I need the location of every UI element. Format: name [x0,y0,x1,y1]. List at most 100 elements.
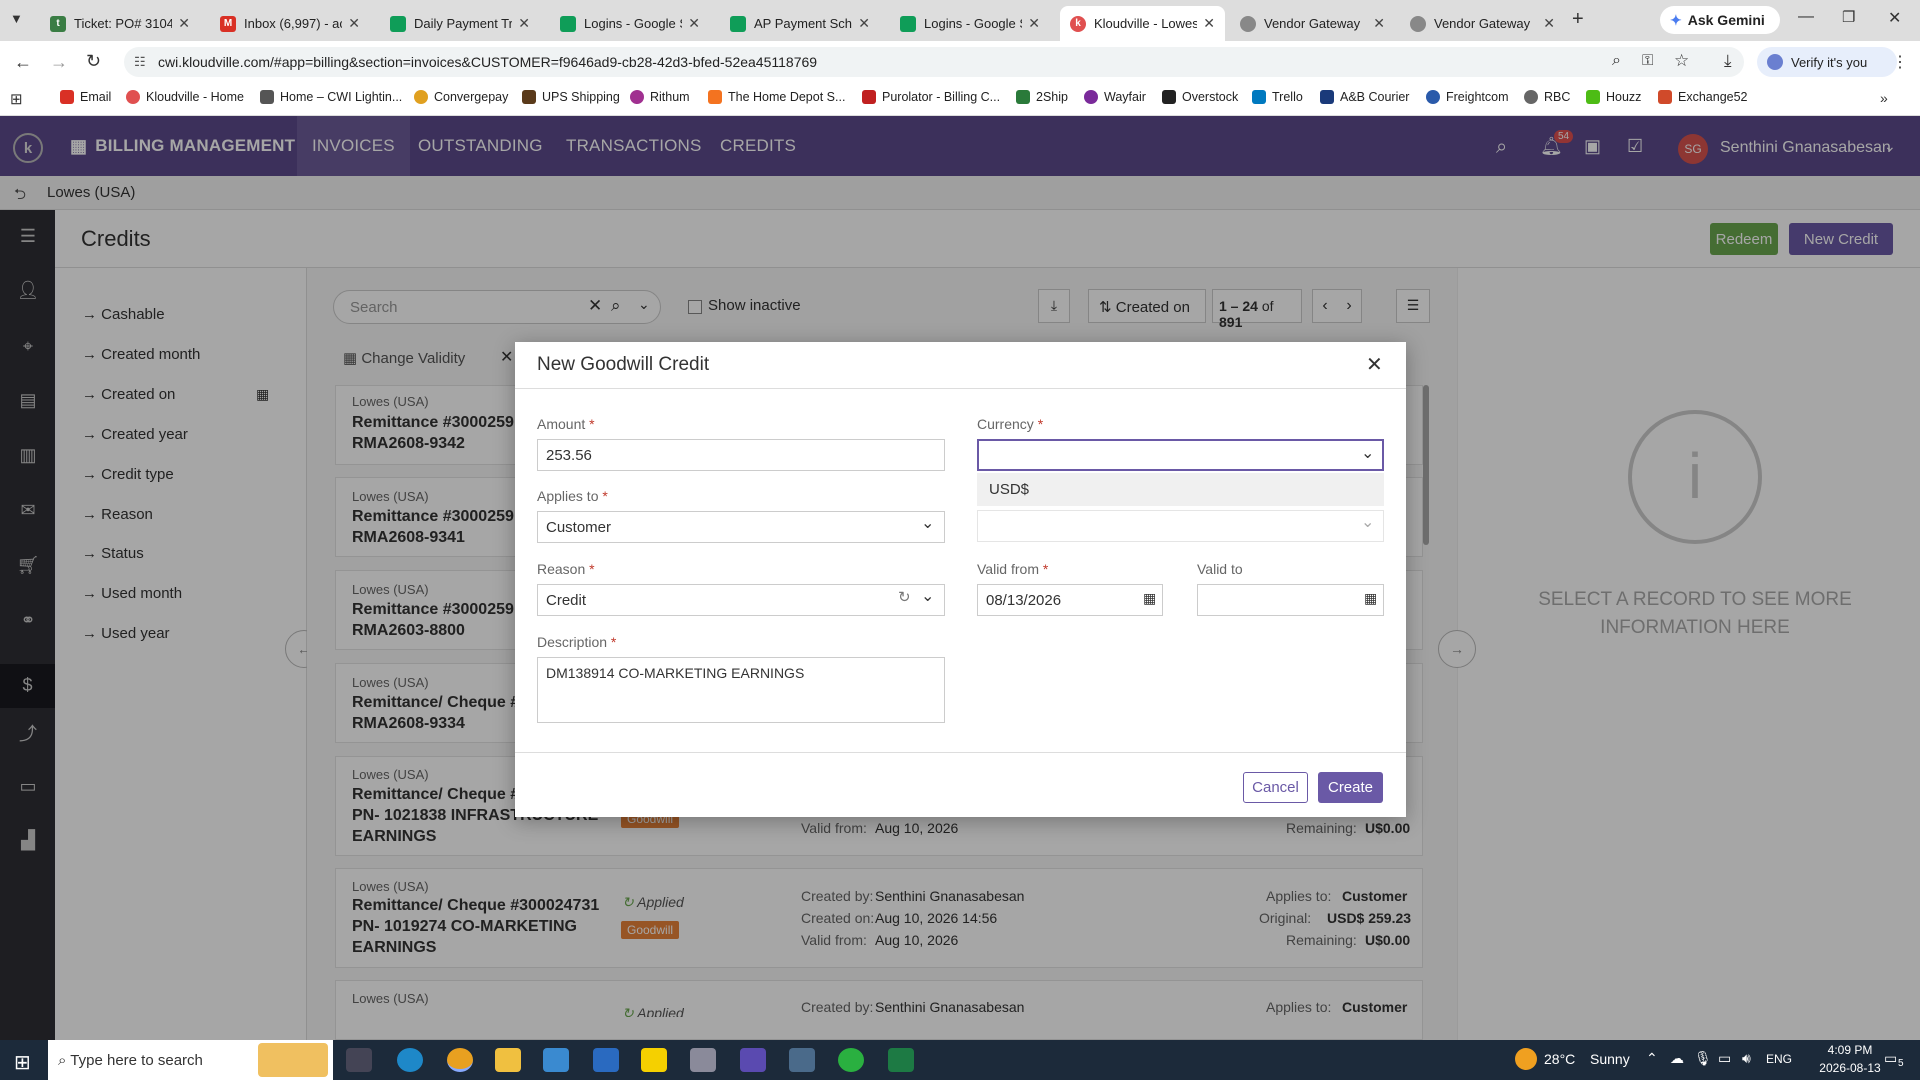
tab-search-icon[interactable]: ▼ [10,11,30,31]
weather-text[interactable]: Sunny [1590,1051,1630,1067]
teams-icon[interactable] [740,1048,766,1072]
browser-tab[interactable]: M Inbox (6,997) - ac ✕ [210,6,370,41]
close-icon[interactable]: ✕ [518,15,530,32]
exchange-icon [1658,90,1672,104]
bookmark-item[interactable]: Rithum [630,90,690,104]
valid-to-field[interactable] [1197,584,1384,616]
volume-icon[interactable]: 🔊︎ [1742,1050,1751,1067]
close-icon[interactable]: ✕ [1028,15,1040,32]
apps-icon[interactable]: ⊞ [10,90,23,108]
bookmark-item[interactable]: Exchange52 [1658,90,1748,104]
bookmark-star-icon[interactable]: ☆ [1674,51,1689,71]
sticky-notes-icon[interactable] [641,1048,667,1072]
notification-center-icon[interactable]: ▭ [1884,1050,1897,1067]
currency-option-usd[interactable]: USD$ [977,473,1384,506]
close-icon[interactable]: ✕ [1203,15,1215,32]
close-icon[interactable]: ✕ [858,15,870,32]
calendar-icon[interactable]: ▦ [1143,590,1156,607]
app-icon[interactable] [690,1048,716,1072]
clock-time[interactable]: 4:09 PM [1818,1043,1882,1057]
amount-label: Amount * [537,416,595,432]
secondary-select[interactable] [977,510,1384,542]
excel-icon[interactable] [888,1048,914,1072]
bookmark-item[interactable]: Purolator - Billing C... [862,90,1000,104]
bookmark-item[interactable]: A&B Courier [1320,90,1409,104]
windows-start-icon[interactable]: ⊞ [14,1050,31,1075]
back-icon[interactable]: ← [14,52,32,73]
bookmark-item[interactable]: Trello [1252,90,1303,104]
clock-date[interactable]: 2026-08-13 [1812,1061,1888,1075]
browser-tab-active[interactable]: k Kloudville - Lowes ✕ [1060,6,1225,41]
chevron-down-icon[interactable]: ⌄ [921,513,934,533]
language[interactable]: ENG [1766,1052,1792,1066]
chrome-icon[interactable] [447,1048,473,1072]
bookmark-item[interactable]: Email [60,90,111,104]
ask-gemini-button[interactable]: ✦ Ask Gemini [1660,6,1780,34]
bookmark-item[interactable]: Convergepay [414,90,508,104]
minimize-icon[interactable]: — [1798,8,1814,26]
bookmark-item[interactable]: Houzz [1586,90,1641,104]
store-icon[interactable] [543,1048,569,1072]
bookmark-item[interactable]: Overstock [1162,90,1238,104]
currency-select[interactable] [977,439,1384,471]
window-close-icon[interactable]: ✕ [1888,8,1901,28]
reason-select[interactable]: Credit [537,584,945,616]
close-icon[interactable]: ✕ [178,15,190,32]
valid-from-field[interactable]: 08/13/2026 [977,584,1163,616]
calendar-icon[interactable]: ▦ [1364,590,1377,607]
bookmark-item[interactable]: Freightcom [1426,90,1509,104]
browser-tab[interactable]: t Ticket: PO# 31046 ✕ [40,6,200,41]
browser-tab[interactable]: Vendor Gateway ✕ [1230,6,1395,41]
applies-to-select[interactable]: Customer [537,511,945,543]
close-icon[interactable]: ✕ [688,15,700,32]
chevron-down-icon[interactable]: ⌄ [921,586,934,606]
dialog-close-icon[interactable]: ✕ [1366,352,1383,377]
browser-tab[interactable]: Logins - Google Sh✕ [550,6,710,41]
chat-app-icon[interactable] [838,1048,864,1072]
microphone-icon[interactable]: 🎙︎ [1694,1050,1712,1067]
url-text[interactable]: cwi.kloudville.com/#app=billing&section=… [158,54,817,70]
site-info-icon[interactable]: ☷ [134,54,146,70]
restore-icon[interactable]: ❐ [1842,8,1855,26]
browser-tab[interactable]: AP Payment Sched✕ [720,6,880,41]
amount-field[interactable]: 253.56 [537,439,945,471]
chrome-menu-icon[interactable]: ⋮ [1892,52,1908,72]
description-textarea[interactable]: DM138914 CO-MARKETING EARNINGS [537,657,945,723]
more-bookmarks-icon[interactable]: » [1880,90,1888,106]
bookmark-item[interactable]: RBC [1524,90,1570,104]
create-button[interactable]: Create [1318,772,1383,803]
chevron-down-icon[interactable]: ⌄ [1361,512,1374,532]
key-icon[interactable]: ⚿ [1642,52,1653,69]
weather-icon[interactable] [1515,1048,1537,1070]
wifi-icon[interactable]: ▭ [1718,1050,1731,1067]
bookmark-item[interactable]: 2Ship [1016,90,1068,104]
bookmark-item[interactable]: Wayfair [1084,90,1146,104]
download-icon[interactable]: ⤓ [1724,51,1732,71]
close-icon[interactable]: ✕ [348,15,360,32]
calculator-icon[interactable] [789,1048,815,1072]
browser-tab[interactable]: Logins - Google Sh✕ [890,6,1050,41]
bookmark-item[interactable]: The Home Depot S... [708,90,845,104]
new-tab-icon[interactable]: + [1572,8,1584,31]
bookmark-item[interactable]: Kloudville - Home [126,90,244,104]
zoom-icon[interactable]: ⌕ [1612,52,1621,70]
browser-tab[interactable]: Daily Payment Tra ✕ [380,6,540,41]
chevron-down-icon[interactable]: ⌄ [1361,443,1374,463]
cancel-button[interactable]: Cancel [1243,772,1308,803]
browser-tab[interactable]: Vendor Gateway ✕ [1400,6,1565,41]
outlook-icon[interactable] [593,1048,619,1072]
close-icon[interactable]: ✕ [1543,15,1555,32]
reload-icon[interactable]: ↻ [86,51,101,72]
edge-icon[interactable] [397,1048,423,1072]
bookmark-item[interactable]: UPS Shipping [522,90,620,104]
network-icon[interactable]: ☁ [1670,1050,1684,1067]
task-view-icon[interactable] [346,1048,372,1072]
file-explorer-icon[interactable] [495,1048,521,1072]
close-icon[interactable]: ✕ [1373,15,1385,32]
bookmark-item[interactable]: Home – CWI Lightin... [260,90,402,104]
verify-button[interactable]: Verify it's you [1757,47,1897,77]
chevron-up-icon[interactable]: ⌃ [1646,1050,1658,1067]
forward-icon[interactable]: → [50,52,68,73]
weather-temp[interactable]: 28°C [1544,1051,1575,1067]
refresh-icon[interactable]: ↻ [898,588,911,606]
